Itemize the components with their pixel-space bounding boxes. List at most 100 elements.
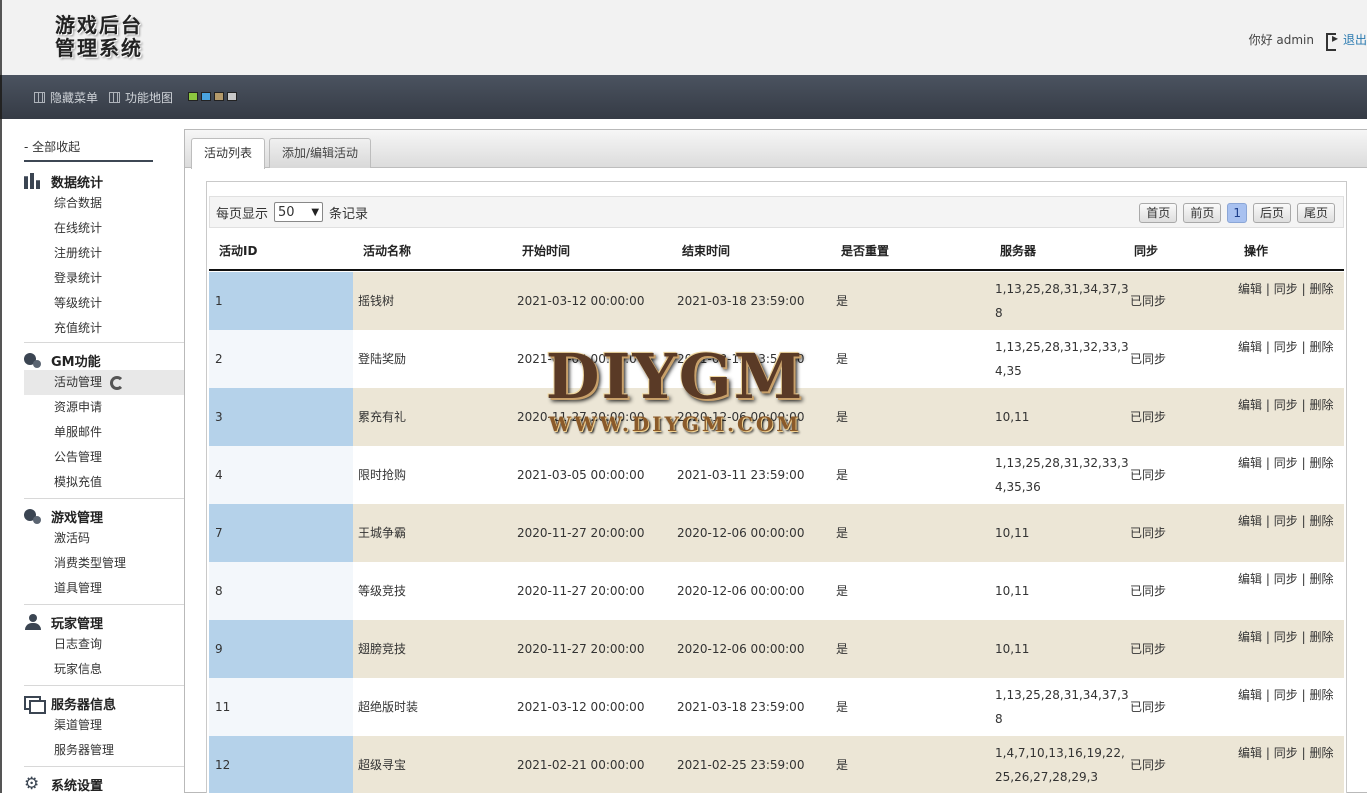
sync-link[interactable]: 同步 (1274, 630, 1298, 644)
tab-add-edit-activity[interactable]: 添加/编辑活动 (269, 138, 372, 168)
delete-link[interactable]: 删除 (1309, 746, 1333, 760)
delete-link[interactable]: 删除 (1309, 398, 1333, 412)
function-map-button[interactable]: 功能地图 (109, 89, 173, 106)
current-page-button[interactable]: 1 (1227, 203, 1247, 223)
prev-page-button[interactable]: 前页 (1183, 203, 1222, 223)
logout-link[interactable]: 退出 (1343, 31, 1367, 48)
edit-link[interactable]: 编辑 (1238, 282, 1262, 296)
sidebar-item[interactable]: 消费类型管理 (24, 551, 185, 576)
page-size-select[interactable]: 50 ▼ (274, 202, 324, 222)
sync-link[interactable]: 同步 (1274, 340, 1298, 354)
sync-link[interactable]: 同步 (1274, 688, 1298, 702)
edit-link[interactable]: 编辑 (1238, 746, 1262, 760)
sidebar-item[interactable]: 服务器管理 (24, 738, 185, 763)
row-operations: 编辑 | 同步 | 删除 (1238, 683, 1344, 707)
edit-link[interactable]: 编辑 (1238, 572, 1262, 586)
edit-link[interactable]: 编辑 (1238, 398, 1262, 412)
theme-swatches (188, 92, 237, 101)
header-servers[interactable]: 服务器 (1000, 242, 1036, 259)
start-time: 2020-11-27 20:00:00 (517, 526, 645, 540)
sidebar-item[interactable]: 单服邮件 (24, 420, 185, 445)
table-row[interactable]: 2 登陆奖励 2021-03-05 00:00:00 2021-03-11 23:59… (209, 330, 1344, 388)
edit-link[interactable]: 编辑 (1238, 456, 1262, 470)
edit-link[interactable]: 编辑 (1238, 688, 1262, 702)
sync-link[interactable]: 同步 (1274, 572, 1298, 586)
servers: 1,13,25,28,31,32,33,34,35,36 (995, 456, 1129, 494)
collapse-all-button[interactable]: - 全部收起 (24, 138, 153, 162)
sidebar-item[interactable]: 模拟充值 (24, 470, 185, 495)
table-row[interactable]: 3 累充有礼 2020-11-27 20:00:00 2020-12-06 00:00… (209, 388, 1344, 446)
gears-icon (24, 508, 42, 524)
sidebar-item[interactable]: 激活码 (24, 526, 185, 551)
sync-status: 已同步 (1130, 352, 1167, 366)
header-start-time[interactable]: 开始时间 (522, 242, 570, 259)
table-row[interactable]: 8 等级竞技 2020-11-27 20:00:00 2020-12-06 00:00… (209, 562, 1344, 620)
tab-activity-list[interactable]: 活动列表 (191, 138, 266, 169)
row-operations: 编辑 | 同步 | 删除 (1238, 335, 1344, 359)
sidebar-item[interactable]: 综合数据 (24, 191, 185, 216)
sidebar-group-title[interactable]: 游戏管理 (24, 506, 185, 526)
op-separator: | (1265, 688, 1270, 702)
edit-link[interactable]: 编辑 (1238, 630, 1262, 644)
sidebar-item[interactable]: 公告管理 (24, 445, 185, 470)
end-time: 2020-12-06 00:00:00 (677, 410, 805, 424)
table-row[interactable]: 9 翅膀竞技 2020-11-27 20:00:00 2020-12-06 00:00… (209, 620, 1344, 678)
sidebar-group-title[interactable]: 数据统计 (24, 171, 185, 191)
header-activity-name[interactable]: 活动名称 (363, 242, 411, 259)
delete-link[interactable]: 删除 (1309, 340, 1333, 354)
header-activity-id[interactable]: 活动ID (219, 242, 257, 259)
servers: 1,13,25,28,31,34,37,38 (995, 688, 1129, 726)
sidebar-item[interactable]: 渠道管理 (24, 713, 185, 738)
sync-link[interactable]: 同步 (1274, 398, 1298, 412)
sync-status: 已同步 (1130, 410, 1167, 424)
sidebar-item[interactable]: 等级统计 (24, 291, 185, 316)
header-end-time[interactable]: 结束时间 (682, 242, 730, 259)
sidebar-item[interactable]: 注册统计 (24, 241, 185, 266)
sync-link[interactable]: 同步 (1274, 282, 1298, 296)
delete-link[interactable]: 删除 (1309, 572, 1333, 586)
activity-name: 累充有礼 (358, 410, 407, 424)
header-reset[interactable]: 是否重置 (841, 242, 889, 259)
sync-link[interactable]: 同步 (1274, 456, 1298, 470)
first-page-button[interactable]: 首页 (1139, 203, 1178, 223)
table-row[interactable]: 12 超级寻宝 2021-02-21 00:00:00 2021-02-25 23:5… (209, 736, 1344, 793)
greeting: 你好 admin (1248, 33, 1314, 47)
sidebar-group: 数据统计 综合数据 在线统计 注册统计 登录统计 等级统计 充值统计 (24, 171, 185, 341)
delete-link[interactable]: 删除 (1309, 630, 1333, 644)
sync-link[interactable]: 同步 (1274, 514, 1298, 528)
delete-link[interactable]: 删除 (1309, 456, 1333, 470)
end-time: 2021-03-18 23:59:00 (677, 700, 805, 714)
header-operations[interactable]: 操作 (1244, 242, 1268, 259)
sidebar-group-title[interactable]: GM功能 (24, 350, 185, 370)
sidebar-item[interactable]: 充值统计 (24, 316, 185, 341)
sidebar-group-title[interactable]: 玩家管理 (24, 612, 185, 632)
sidebar-item[interactable]: 活动管理 (24, 370, 185, 395)
sync-link[interactable]: 同步 (1274, 746, 1298, 760)
logout-icon[interactable] (1325, 31, 1338, 51)
sidebar-item[interactable]: 玩家信息 (24, 657, 185, 682)
sidebar-item[interactable]: 登录统计 (24, 266, 185, 291)
delete-link[interactable]: 删除 (1309, 688, 1333, 702)
header-sync[interactable]: 同步 (1134, 242, 1158, 259)
sidebar-item[interactable]: 日志查询 (24, 632, 185, 657)
next-page-button[interactable]: 后页 (1252, 203, 1291, 223)
sidebar-item[interactable]: 在线统计 (24, 216, 185, 241)
hide-menu-button[interactable]: 隐藏菜单 (34, 89, 98, 106)
last-page-button[interactable]: 尾页 (1296, 203, 1335, 223)
edit-link[interactable]: 编辑 (1238, 340, 1262, 354)
sidebar-group-title[interactable]: ⚙ 系统设置 (24, 774, 185, 793)
sidebar-item[interactable]: 道具管理 (24, 576, 185, 601)
delete-link[interactable]: 删除 (1309, 282, 1333, 296)
theme-swatch[interactable] (227, 92, 237, 101)
sidebar-group-title[interactable]: 服务器信息 (24, 693, 185, 714)
table-row[interactable]: 1 摇钱树 2021-03-12 00:00:00 2021-03-18 23:59:… (209, 272, 1344, 330)
table-row[interactable]: 4 限时抢购 2021-03-05 00:00:00 2021-03-11 23:59… (209, 446, 1344, 504)
theme-swatch[interactable] (188, 92, 198, 101)
theme-swatch[interactable] (214, 92, 224, 101)
edit-link[interactable]: 编辑 (1238, 514, 1262, 528)
table-row[interactable]: 11 超绝版时装 2021-03-12 00:00:00 2021-03-18 23:… (209, 678, 1344, 736)
theme-swatch[interactable] (201, 92, 211, 101)
delete-link[interactable]: 删除 (1309, 514, 1333, 528)
sidebar-item[interactable]: 资源申请 (24, 395, 185, 420)
table-row[interactable]: 7 王城争霸 2020-11-27 20:00:00 2020-12-06 00:00… (209, 504, 1344, 562)
